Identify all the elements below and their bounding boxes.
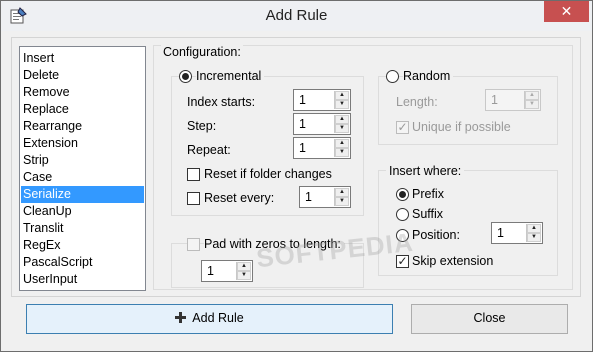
length-value[interactable]: 1 (491, 93, 498, 107)
close-button[interactable]: Close (411, 304, 568, 334)
pad-zeros-checkbox[interactable] (187, 238, 200, 251)
close-icon: ✕ (560, 3, 573, 19)
reset-every-checkbox[interactable] (187, 192, 200, 205)
title-bar: Add Rule ✕ (1, 1, 592, 31)
random-label[interactable]: Random (403, 69, 454, 83)
list-item[interactable]: Translit (21, 220, 144, 237)
reset-every-spinner[interactable]: 1 ▲ ▼ (299, 186, 351, 208)
add-rule-label: Add Rule (192, 311, 244, 325)
suffix-label[interactable]: Suffix (412, 207, 443, 221)
reset-every-label[interactable]: Reset every: (204, 191, 274, 205)
index-starts-spinner[interactable]: 1 ▲ ▼ (293, 89, 351, 111)
check-icon: ✓ (397, 120, 408, 134)
arrow-down-icon[interactable]: ▼ (527, 233, 541, 242)
window-close-button[interactable]: ✕ (544, 1, 589, 22)
repeat-label: Repeat: (187, 143, 231, 157)
list-item[interactable]: Extension (21, 135, 144, 152)
list-item[interactable]: Delete (21, 67, 144, 84)
skip-extension-label[interactable]: Skip extension (412, 254, 493, 268)
step-label: Step: (187, 119, 217, 133)
length-spinner[interactable]: 1 ▲ ▼ (485, 89, 541, 111)
incremental-radio[interactable] (179, 70, 192, 83)
reset-folder-label[interactable]: Reset if folder changes (204, 167, 332, 181)
repeat-value[interactable]: 1 (299, 141, 306, 155)
arrow-up-icon[interactable]: ▲ (335, 115, 349, 124)
list-item[interactable]: Insert (21, 50, 144, 67)
position-value[interactable]: 1 (497, 226, 504, 240)
arrow-down-icon[interactable]: ▼ (335, 148, 349, 157)
index-starts-value[interactable]: 1 (299, 93, 306, 107)
list-item[interactable]: RegEx (21, 237, 144, 254)
arrow-down-icon[interactable]: ▼ (237, 271, 251, 280)
list-item[interactable]: Remove (21, 84, 144, 101)
arrow-down-icon[interactable]: ▼ (335, 124, 349, 133)
reset-folder-checkbox[interactable] (187, 168, 200, 181)
list-item[interactable]: PascalScript (21, 254, 144, 271)
close-label: Close (473, 311, 506, 325)
plus-icon (175, 312, 187, 323)
index-starts-label: Index starts: (187, 95, 256, 109)
step-value[interactable]: 1 (299, 117, 306, 131)
arrow-up-icon[interactable]: ▲ (335, 91, 349, 100)
list-item[interactable]: Case (21, 169, 144, 186)
arrow-down-icon[interactable]: ▼ (525, 100, 539, 109)
list-item[interactable]: Serialize (21, 186, 144, 203)
position-label[interactable]: Position: (412, 228, 460, 242)
window-title: Add Rule (265, 7, 328, 24)
prefix-label[interactable]: Prefix (412, 187, 444, 201)
arrow-down-icon[interactable]: ▼ (335, 100, 349, 109)
unique-label[interactable]: Unique if possible (412, 120, 511, 134)
add-rule-dialog: Add Rule ✕ Insert Delete Remove Replace Rear… (0, 0, 593, 352)
length-label: Length: (396, 95, 438, 109)
arrow-up-icon[interactable]: ▲ (525, 91, 539, 100)
arrow-up-icon[interactable]: ▲ (527, 224, 541, 233)
random-radio[interactable] (386, 70, 399, 83)
arrow-up-icon[interactable]: ▲ (237, 262, 251, 271)
arrow-up-icon[interactable]: ▲ (335, 139, 349, 148)
position-spinner[interactable]: 1 ▲ ▼ (491, 222, 543, 244)
insert-where-label: Insert where: (386, 164, 465, 178)
list-item[interactable]: Replace (21, 101, 144, 118)
repeat-spinner[interactable]: 1 ▲ ▼ (293, 137, 351, 159)
arrow-down-icon[interactable]: ▼ (335, 197, 349, 206)
add-rule-button[interactable]: Add Rule (26, 304, 393, 334)
reset-every-value[interactable]: 1 (305, 190, 312, 204)
unique-checkbox[interactable]: ✓ (396, 121, 409, 134)
list-item[interactable]: Strip (21, 152, 144, 169)
pad-zeros-value[interactable]: 1 (207, 264, 214, 278)
list-item[interactable]: Rearrange (21, 118, 144, 135)
step-spinner[interactable]: 1 ▲ ▼ (293, 113, 351, 135)
list-item[interactable]: CleanUp (21, 203, 144, 220)
prefix-radio[interactable] (396, 188, 409, 201)
list-item[interactable]: UserInput (21, 271, 144, 288)
suffix-radio[interactable] (396, 208, 409, 221)
incremental-label[interactable]: Incremental (196, 69, 265, 83)
rules-listbox[interactable]: Insert Delete Remove Replace Rearrange Extens… (19, 46, 146, 291)
arrow-up-icon[interactable]: ▲ (335, 188, 349, 197)
pad-zeros-spinner[interactable]: 1 ▲ ▼ (201, 260, 253, 282)
configuration-label: Configuration: (161, 45, 243, 59)
